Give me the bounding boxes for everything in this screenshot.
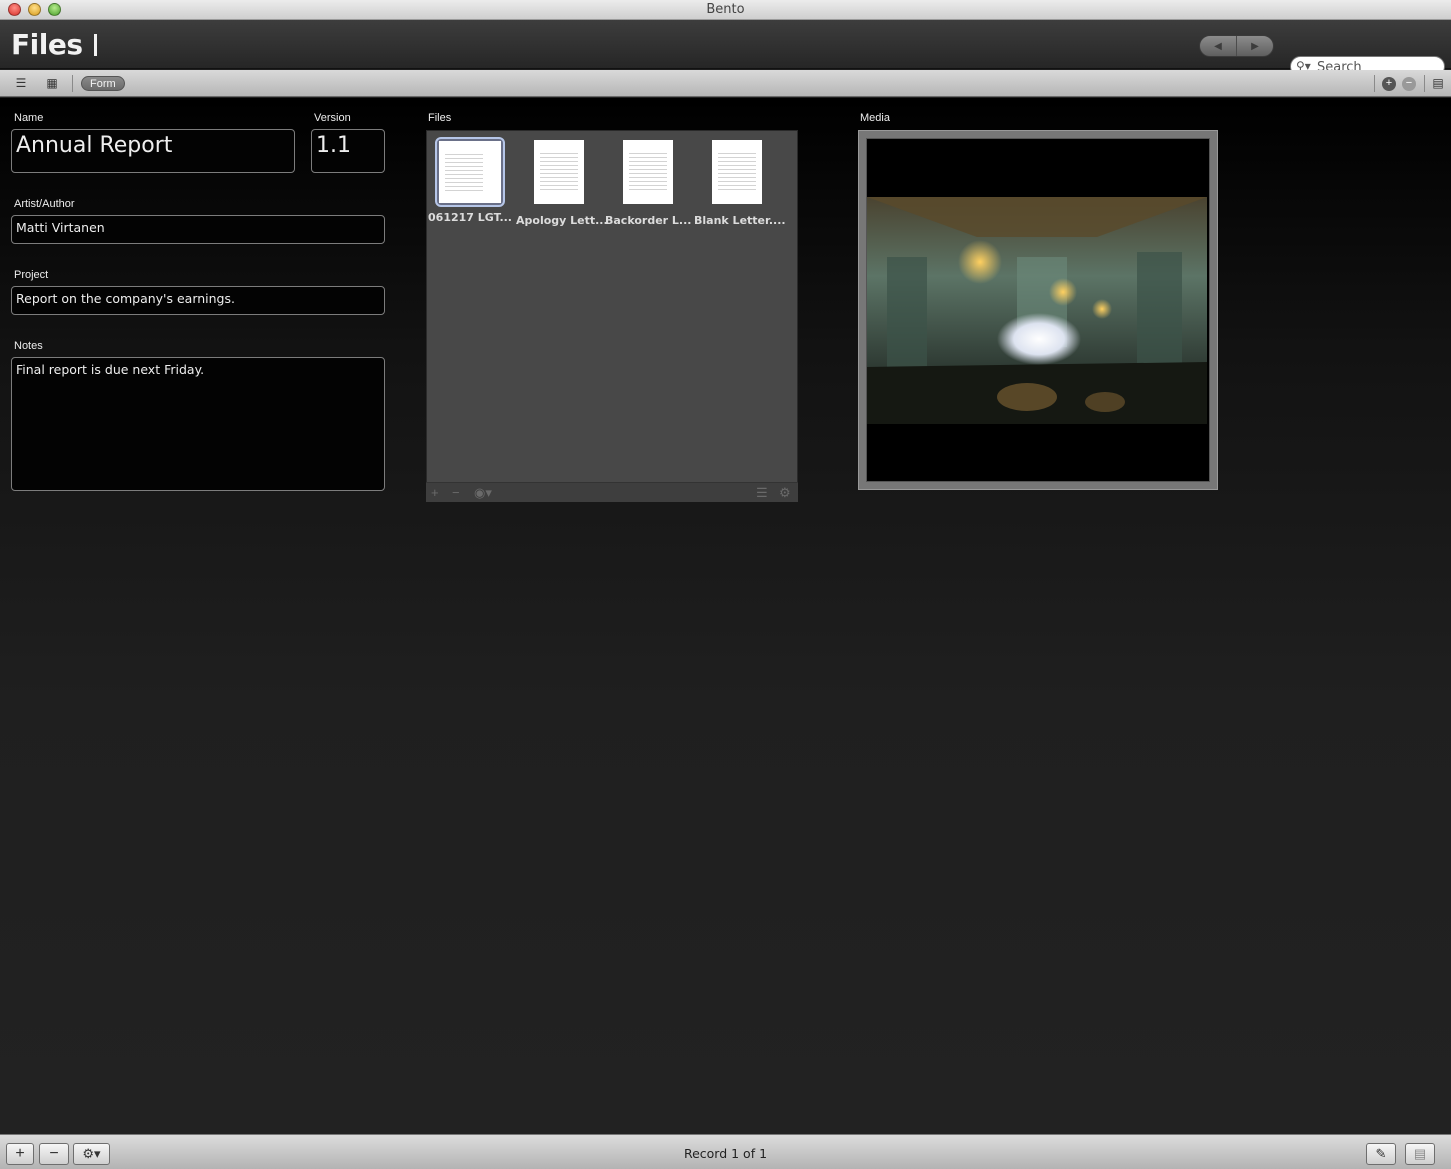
toolbar-separator [1374,75,1375,92]
record-count: Record 1 of 1 [683,1146,768,1161]
library-title-text: Files [11,28,83,61]
right-arrow-icon: ▶ [1251,40,1259,52]
file-thumbnail [439,141,501,203]
media-label: Media [860,112,890,124]
file-selection-frame [435,137,505,207]
name-field[interactable]: Annual Report [11,129,295,173]
project-label: Project [14,269,49,281]
left-arrow-icon: ◀ [1214,40,1222,52]
fields-panel-icon[interactable]: ▤ [1429,75,1447,91]
gear-icon[interactable]: ⚙ [779,485,791,501]
artist-field[interactable]: Matti Virtanen [11,215,385,244]
window-title: Bento [706,2,745,17]
camera-icon[interactable]: ◉▾ [474,485,492,501]
toolbar-separator [72,75,73,92]
version-field[interactable]: 1.1 [311,129,385,173]
file-item[interactable]: Apology Lett... [516,140,608,227]
file-name: Apology Lett... [516,214,608,227]
view-toolbar: ☰ ▦ Form + − ▤ [0,70,1451,97]
notes-label: Notes [14,340,43,352]
file-item[interactable]: Blank Letter.... [694,140,786,227]
edit-form-button[interactable]: ✎ [1366,1143,1396,1165]
file-name: Backorder L... [605,214,692,227]
title-bar: Bento [0,0,1451,20]
toggle-panel-button[interactable]: ▤ [1405,1143,1435,1165]
remove-form-icon[interactable]: − [1402,77,1416,91]
remove-file-icon[interactable]: − [452,485,460,500]
next-record-button[interactable]: ▶ [1237,36,1273,56]
file-thumbnail [712,140,762,204]
notes-field[interactable]: Final report is due next Friday. [11,357,385,491]
record-nav-control: ◀ ▶ [1199,35,1274,57]
add-file-icon[interactable]: + [431,485,439,500]
media-field[interactable] [858,130,1218,490]
library-header: Files ◀ ▶ ⚲▾ [0,20,1451,77]
file-item[interactable]: 061217 LGT... [427,137,513,224]
text-cursor-icon [94,34,98,56]
file-item[interactable]: Backorder L... [605,140,691,227]
library-title: Files [11,28,98,61]
files-footer: + − ◉▾ ☰ ⚙ [426,482,798,502]
file-thumbnail [534,140,584,204]
file-name: Blank Letter.... [694,214,786,227]
file-thumbnail [623,140,673,204]
file-name: 061217 LGT... [428,211,512,224]
files-list[interactable]: 061217 LGT... Apology Lett... Backorder … [426,130,798,502]
grid-view-icon[interactable]: ▦ [43,75,61,91]
version-label: Version [314,112,351,124]
table-view-icon[interactable]: ☰ [12,75,30,91]
toolbar-separator [1424,75,1425,92]
media-well [866,138,1210,482]
panel-icon: ▤ [1413,1146,1427,1161]
project-field[interactable]: Report on the company's earnings. [11,286,385,315]
status-bar: + − ⚙▾ Record 1 of 1 ✎ ▤ [0,1134,1451,1169]
bento-window: Bento Files ◀ ▶ ⚲▾ ☰ ▦ Form + − ▤ Name A… [0,0,1451,1169]
name-label: Name [14,112,44,124]
form-content: Name Annual Report Version 1.1 Artist/Au… [0,98,1451,1134]
add-form-icon[interactable]: + [1382,77,1396,91]
previous-record-button[interactable]: ◀ [1200,36,1237,56]
list-view-icon[interactable]: ☰ [756,485,768,501]
edit-icon: ✎ [1375,1146,1387,1161]
ballroom-cloud-photo [867,197,1207,424]
files-label: Files [428,112,452,124]
form-view-tab[interactable]: Form [81,76,125,91]
artist-label: Artist/Author [14,198,75,210]
